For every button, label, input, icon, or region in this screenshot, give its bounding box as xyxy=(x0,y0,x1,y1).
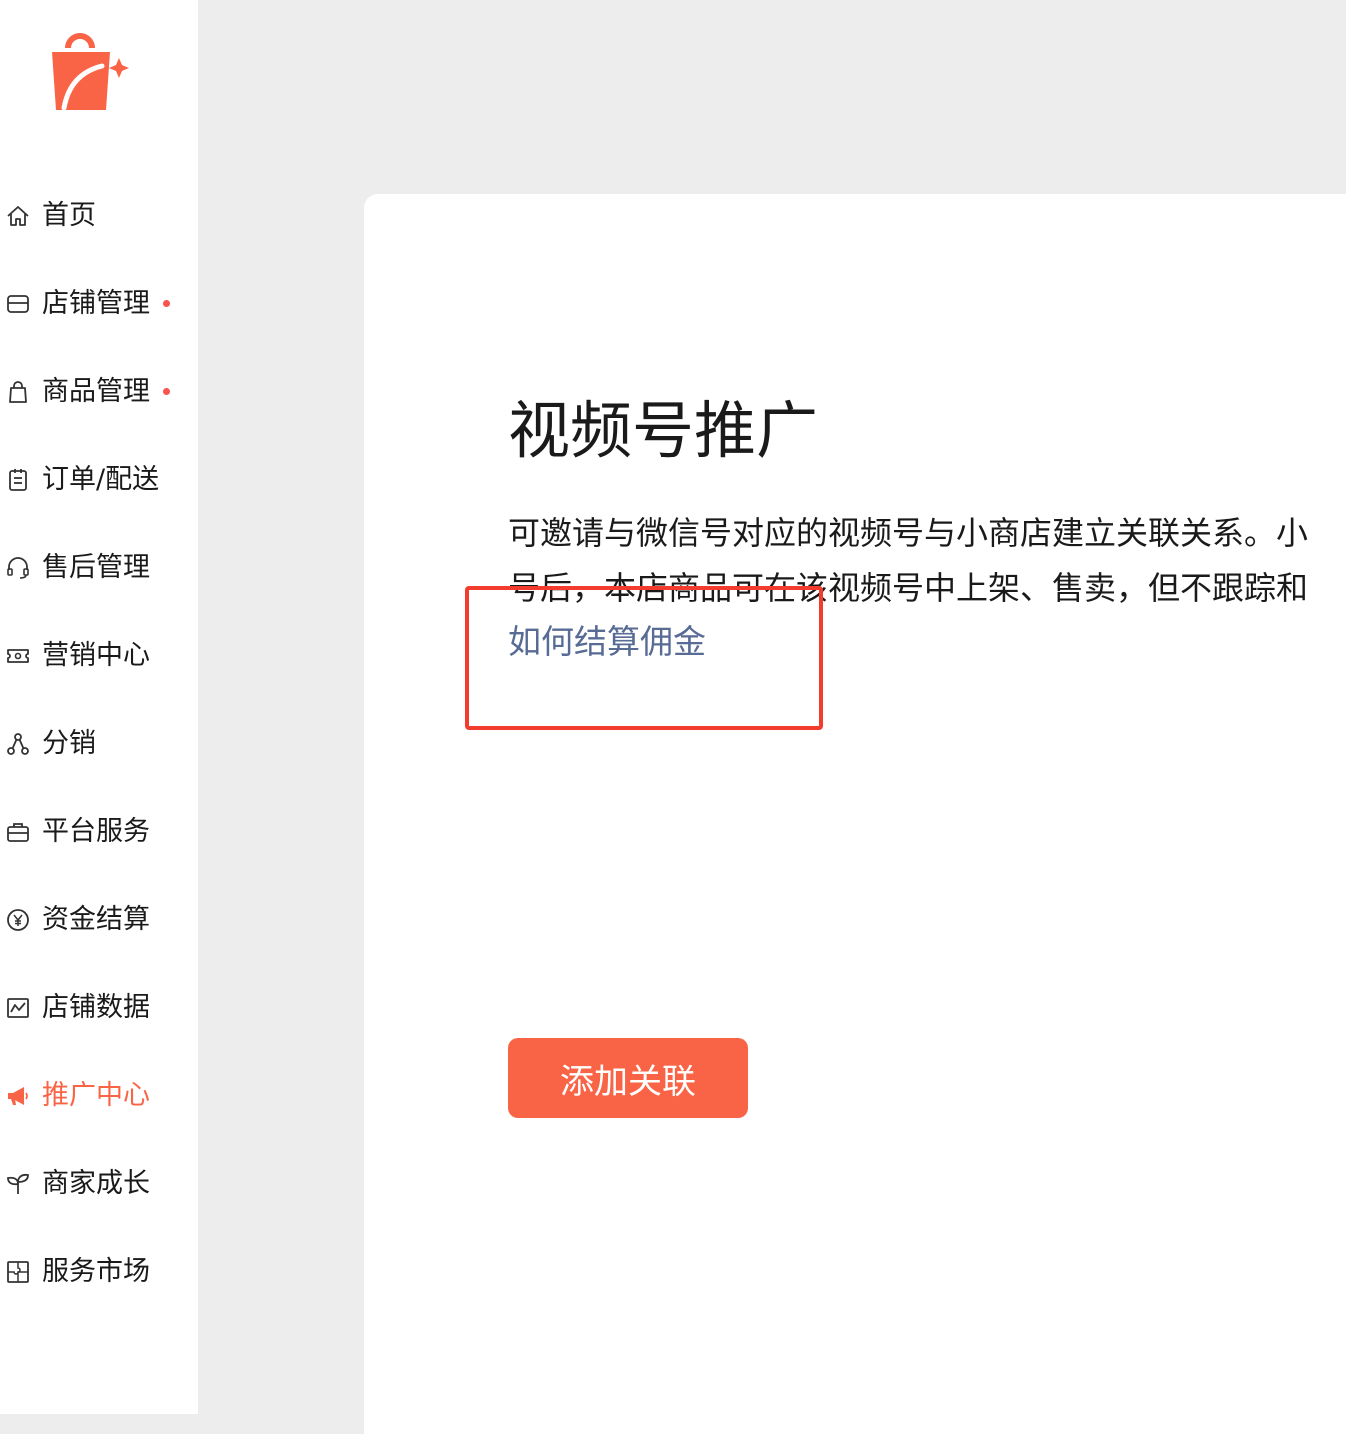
sidebar-item-aftersales[interactable]: 售后管理 xyxy=(0,538,198,598)
sidebar-item-store[interactable]: 店铺管理 xyxy=(0,274,198,334)
description-line-1: 可邀请与微信号对应的视频号与小商店建立关联关系。小 xyxy=(508,514,1309,552)
sidebar-item-platform-services[interactable]: 平台服务 xyxy=(0,802,198,862)
notification-dot xyxy=(163,300,170,307)
chart-line-icon xyxy=(4,994,32,1022)
sidebar-item-label: 分销 xyxy=(42,728,96,759)
megaphone-icon xyxy=(4,1082,32,1110)
add-association-button[interactable]: 添加关联 xyxy=(508,1038,748,1118)
sidebar-item-marketing[interactable]: 营销中心 xyxy=(0,626,198,686)
sidebar-item-label: 商品管理 xyxy=(42,376,150,407)
clipboard-icon xyxy=(4,466,32,494)
description: 可邀请与微信号对应的视频号与小商店建立关联关系。小 号后，本店商品可在该视频号中… xyxy=(508,506,1346,616)
shopping-bag-sparkle-icon[interactable] xyxy=(44,28,136,118)
sidebar-item-label: 资金结算 xyxy=(42,904,150,935)
sprout-icon xyxy=(4,1170,32,1198)
sidebar-item-label: 平台服务 xyxy=(42,816,150,847)
sidebar-item-products[interactable]: 商品管理 xyxy=(0,362,198,422)
share-nodes-icon xyxy=(4,730,32,758)
puzzle-icon xyxy=(4,1258,32,1286)
sidebar-item-merchant-growth[interactable]: 商家成长 xyxy=(0,1154,198,1214)
sidebar-item-store-data[interactable]: 店铺数据 xyxy=(0,978,198,1038)
sidebar-item-service-market[interactable]: 服务市场 xyxy=(0,1242,198,1302)
sidebar-item-settlement[interactable]: 资金结算 xyxy=(0,890,198,950)
main-card: 视频号推广 可邀请与微信号对应的视频号与小商店建立关联关系。小 号后，本店商品可… xyxy=(364,194,1346,1434)
sidebar-item-home[interactable]: 首页 xyxy=(0,186,198,246)
sidebar-item-label: 服务市场 xyxy=(42,1256,150,1287)
sidebar-item-label: 营销中心 xyxy=(42,640,150,671)
sidebar-item-orders[interactable]: 订单/配送 xyxy=(0,450,198,510)
commission-help-link[interactable]: 如何结算佣金 xyxy=(508,614,706,670)
bag-icon xyxy=(4,378,32,406)
sidebar-item-label: 首页 xyxy=(42,200,96,231)
page-title: 视频号推广 xyxy=(508,393,819,467)
store-icon xyxy=(4,290,32,318)
sidebar-item-label: 订单/配送 xyxy=(42,464,160,495)
description-line-2: 号后，本店商品可在该视频号中上架、售卖，但不跟踪和 xyxy=(508,569,1309,607)
sidebar-item-promotion-center[interactable]: 推广中心 xyxy=(0,1066,198,1126)
sidebar-item-label: 推广中心 xyxy=(42,1080,150,1111)
sidebar-item-distribution[interactable]: 分销 xyxy=(0,714,198,774)
headset-icon xyxy=(4,554,32,582)
sidebar-item-label: 售后管理 xyxy=(42,552,150,583)
home-icon xyxy=(4,202,32,230)
briefcase-icon xyxy=(4,818,32,846)
sidebar-item-label: 店铺数据 xyxy=(42,992,150,1023)
sidebar: 首页 店铺管理 商品管理 订单/配送 售后管理 营销中心 分销 平台服务 资金结… xyxy=(0,0,198,1414)
sidebar-item-label: 商家成长 xyxy=(42,1168,150,1199)
ticket-icon xyxy=(4,642,32,670)
sidebar-item-label: 店铺管理 xyxy=(42,288,150,319)
notification-dot xyxy=(163,388,170,395)
yen-circle-icon xyxy=(4,906,32,934)
